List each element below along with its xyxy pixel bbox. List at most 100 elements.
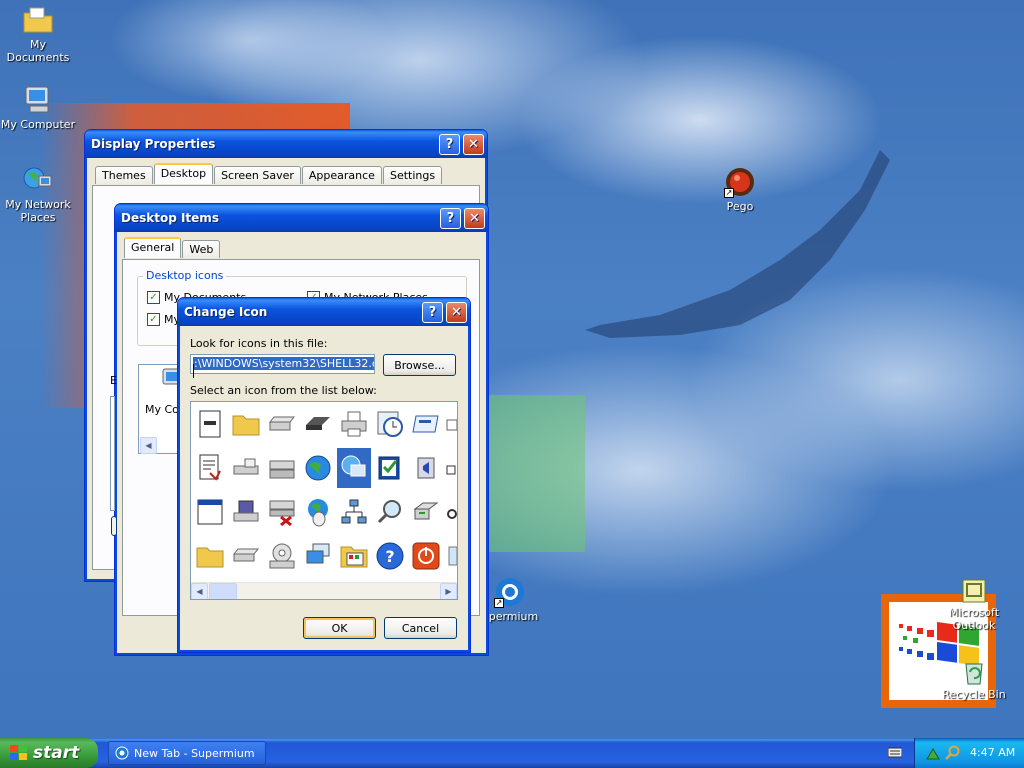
- icon-cell[interactable]: [409, 536, 443, 576]
- desktop-icon-label: Recycle Bin: [942, 688, 1006, 701]
- checkbox-my-computer[interactable]: ✓: [147, 313, 160, 326]
- icon-cell[interactable]: [265, 448, 299, 488]
- file-label: Look for icons in this file:: [190, 337, 328, 350]
- icon-cell-selected[interactable]: [337, 448, 371, 488]
- partial-button[interactable]: [111, 516, 117, 536]
- search-icon[interactable]: [945, 745, 961, 761]
- document-icon: [199, 410, 221, 438]
- outlook-icon: [962, 579, 986, 603]
- icon-file-path-input[interactable]: :\WINDOWS\system32\SHELL32.dll: [190, 354, 375, 374]
- network-globe-icon: [23, 167, 52, 189]
- partial-box: [110, 396, 115, 511]
- icon-cell[interactable]: [229, 492, 263, 532]
- network-monitor-icon: [341, 455, 366, 477]
- desktop-icon-my-documents[interactable]: My Documents: [0, 4, 78, 64]
- display-properties-titlebar[interactable]: Display Properties ? ✕: [85, 130, 487, 158]
- folder-icon: [196, 547, 224, 568]
- icon-cell[interactable]: [229, 448, 263, 488]
- desktop-icon-recycle-bin[interactable]: Recycle Bin: [934, 658, 1014, 701]
- icon-cell[interactable]: ?: [373, 536, 407, 576]
- icon-cell[interactable]: [373, 448, 407, 488]
- folder-icon: [232, 415, 260, 436]
- icon-cell[interactable]: [445, 492, 457, 532]
- browse-button[interactable]: Browse...: [383, 354, 456, 376]
- taskbar-item-supermium[interactable]: New Tab - Supermium: [108, 741, 266, 765]
- icon-cell[interactable]: [445, 404, 457, 444]
- tab-desktop[interactable]: Desktop: [153, 163, 214, 184]
- desktop-icon-microsoft-outlook[interactable]: Microsoft Outlook: [934, 578, 1014, 632]
- icon-cell[interactable]: [193, 492, 227, 532]
- partial-icon: [446, 419, 457, 431]
- icon-cell[interactable]: [265, 536, 299, 576]
- icon-cell[interactable]: [373, 404, 407, 444]
- scroll-thumb[interactable]: [209, 583, 237, 599]
- icon-cell[interactable]: [301, 492, 335, 532]
- icon-cell[interactable]: [337, 492, 371, 532]
- icon-cell[interactable]: [445, 448, 457, 488]
- ok-button[interactable]: OK: [303, 617, 376, 639]
- file-path-text: :\WINDOWS\system32\SHELL32.dll: [193, 357, 374, 370]
- icon-cell[interactable]: [445, 536, 457, 576]
- tab-general[interactable]: General: [124, 237, 182, 258]
- tab-web[interactable]: Web: [182, 240, 221, 258]
- scroll-right-arrow[interactable]: ▶: [440, 583, 457, 599]
- task-label: New Tab - Supermium: [134, 746, 255, 760]
- tab-appearance[interactable]: Appearance: [301, 166, 382, 184]
- cancel-button[interactable]: Cancel: [384, 617, 457, 639]
- icon-cell[interactable]: [229, 404, 263, 444]
- icon-list[interactable]: ? ◀ ▶: [190, 401, 458, 600]
- text-document-icon: [199, 454, 221, 481]
- network-tray-icon[interactable]: [925, 745, 941, 761]
- shortcut-arrow-icon: ↗: [724, 188, 734, 198]
- icon-cell[interactable]: [229, 536, 263, 576]
- wallpaper-green-stripe: [488, 395, 585, 552]
- icon-cell[interactable]: [409, 404, 443, 444]
- desktop-icon-label: Microsoft Outlook: [948, 606, 1000, 632]
- icon-cell[interactable]: [193, 536, 227, 576]
- icon-cell[interactable]: [337, 536, 371, 576]
- partial-icon: [448, 546, 457, 566]
- keyboard-icon[interactable]: [888, 746, 902, 758]
- desktop-icon-my-computer[interactable]: My Computer: [0, 84, 78, 131]
- icon-cell[interactable]: [193, 448, 227, 488]
- start-button[interactable]: start: [0, 738, 98, 768]
- icon-cell[interactable]: [301, 448, 335, 488]
- icon-cell[interactable]: [337, 404, 371, 444]
- checkbox-my-documents[interactable]: ✓: [147, 291, 160, 304]
- clock[interactable]: 4:47 AM: [970, 746, 1015, 759]
- change-icon-titlebar[interactable]: Change Icon ? ✕: [178, 298, 470, 326]
- desktop-icon-pego[interactable]: ↗ Pego: [700, 166, 780, 213]
- window-title: Display Properties: [91, 137, 216, 151]
- desktop-items-titlebar[interactable]: Desktop Items ? ✕: [115, 204, 488, 232]
- tab-settings[interactable]: Settings: [382, 166, 443, 184]
- cd-drive-icon: [269, 543, 295, 569]
- printer-icon: [341, 411, 367, 437]
- help-button[interactable]: ?: [439, 133, 460, 155]
- window-form-icon: [412, 415, 439, 433]
- tab-themes[interactable]: Themes: [95, 166, 153, 184]
- icon-cell[interactable]: [193, 404, 227, 444]
- icon-cell[interactable]: [409, 448, 443, 488]
- desktop-icon-my-network-places[interactable]: My Network Places: [0, 164, 78, 224]
- icon-cell[interactable]: [301, 536, 335, 576]
- close-button[interactable]: ✕: [446, 301, 467, 323]
- icon-list-scrollbar[interactable]: ◀ ▶: [191, 582, 457, 599]
- system-tray: 4:47 AM: [914, 738, 1024, 768]
- tab-screen-saver[interactable]: Screen Saver: [214, 166, 301, 184]
- scroll-left-arrow[interactable]: ◀: [191, 583, 208, 599]
- scroll-left-arrow[interactable]: ◀: [140, 437, 157, 454]
- close-button[interactable]: ✕: [464, 207, 485, 229]
- icon-cell[interactable]: [265, 404, 299, 444]
- disconnected-drive-icon: [269, 500, 295, 527]
- icon-cell[interactable]: [373, 492, 407, 532]
- globe-icon: [305, 455, 331, 481]
- desktop-items-tabs: General Web: [124, 237, 221, 258]
- help-button[interactable]: ?: [440, 207, 461, 229]
- icon-cell[interactable]: [301, 404, 335, 444]
- help-button[interactable]: ?: [422, 301, 443, 323]
- globe-mouse-icon: [308, 499, 328, 527]
- icon-cell[interactable]: [409, 492, 443, 532]
- icon-cell[interactable]: [265, 492, 299, 532]
- close-button[interactable]: ✕: [463, 133, 484, 155]
- window-title: Change Icon: [184, 305, 268, 319]
